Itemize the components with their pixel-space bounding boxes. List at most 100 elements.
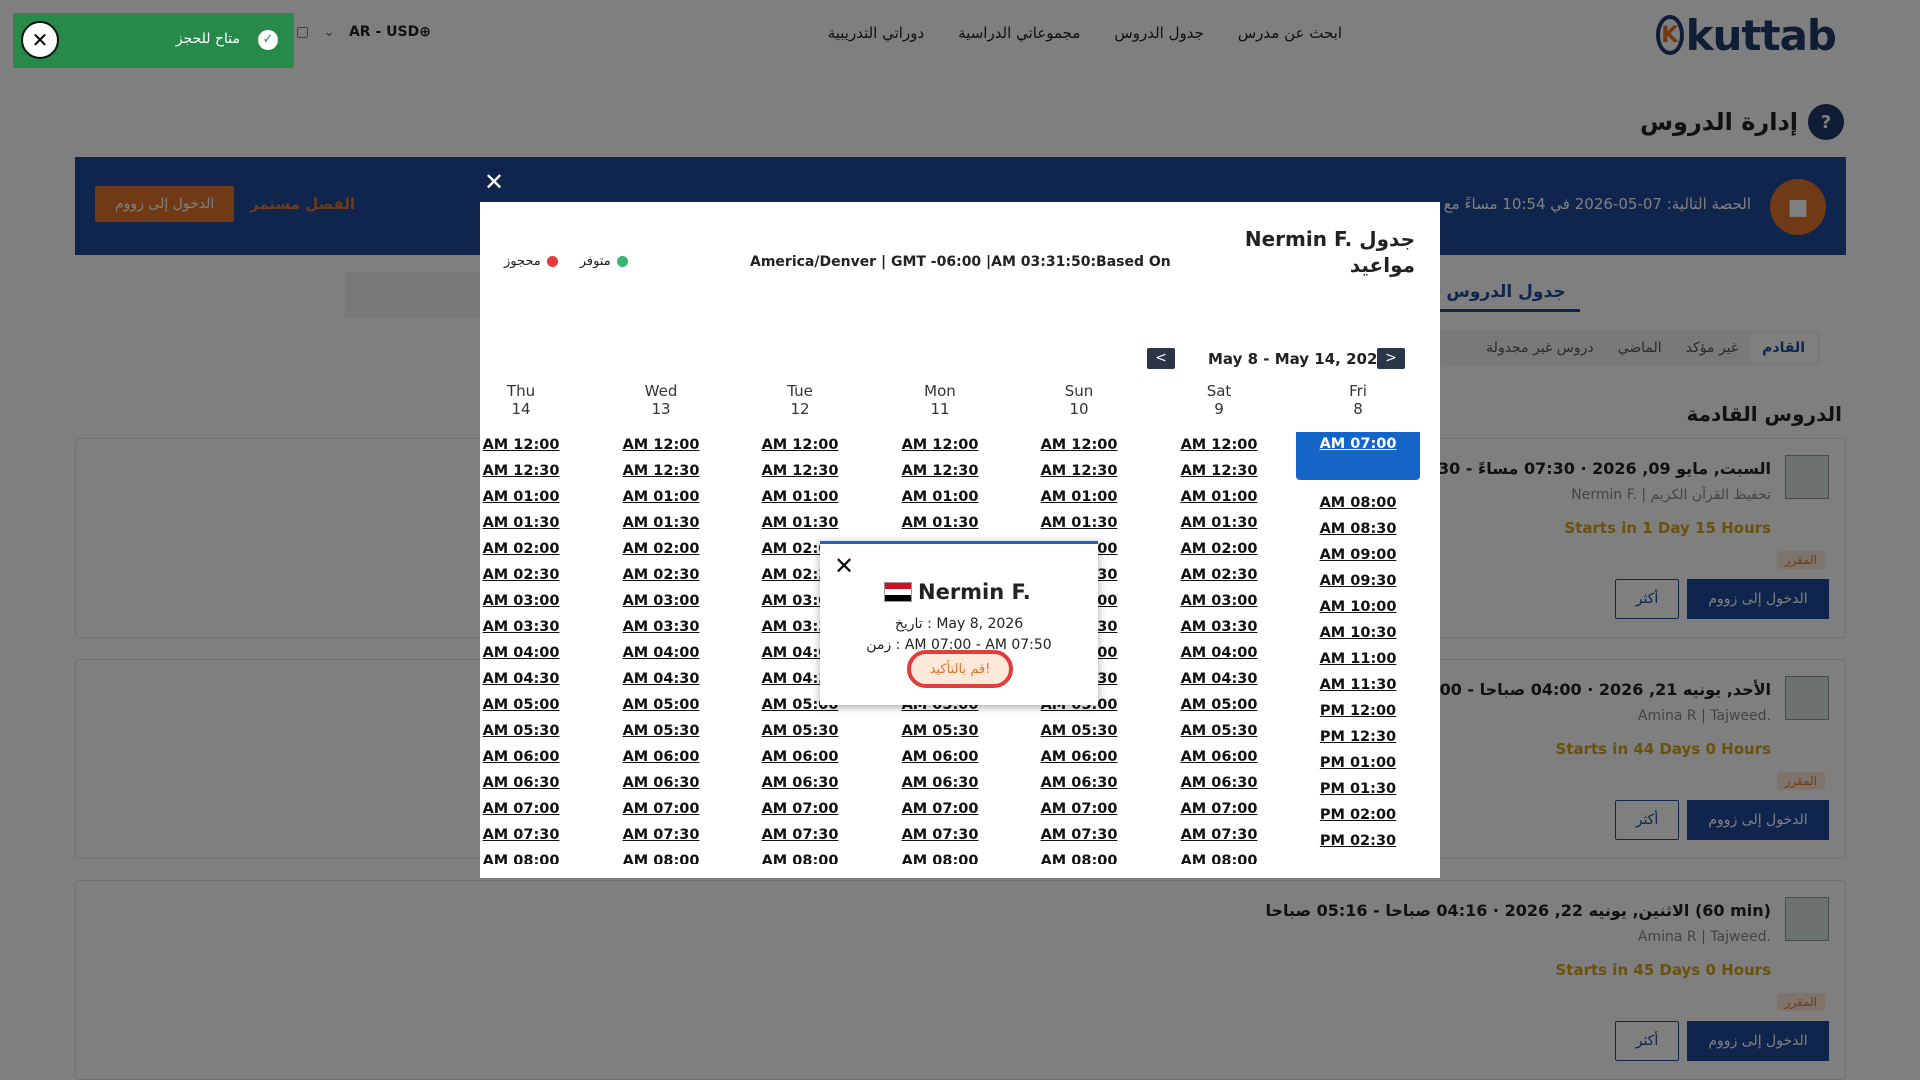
time-slot[interactable]: AM 09:00 xyxy=(1288,542,1428,568)
time-slot[interactable]: AM 01:30 xyxy=(591,510,731,536)
time-slot[interactable]: AM 01:30 xyxy=(1009,510,1149,536)
time-slot[interactable]: AM 08:00 xyxy=(870,848,1010,864)
time-slot[interactable]: AM 05:30 xyxy=(730,718,870,744)
time-slot[interactable]: AM 12:00 xyxy=(870,432,1010,458)
time-slot[interactable]: AM 03:30 xyxy=(1149,614,1289,640)
time-slot[interactable]: AM 08:00 xyxy=(730,848,870,864)
time-slot[interactable]: AM 06:30 xyxy=(1009,770,1149,796)
time-slot[interactable]: AM 12:30 xyxy=(1149,458,1289,484)
time-slot[interactable]: AM 07:30 xyxy=(1009,822,1149,848)
time-slot[interactable]: AM 03:00 xyxy=(480,588,591,614)
popup-close-button[interactable]: ✕ xyxy=(834,552,854,580)
time-slot[interactable]: AM 03:30 xyxy=(480,614,591,640)
time-slot[interactable]: AM 10:00 xyxy=(1288,594,1428,620)
time-slot[interactable]: AM 05:30 xyxy=(480,718,591,744)
time-slot[interactable]: AM 08:00 xyxy=(1009,848,1149,864)
time-slot[interactable]: AM 06:00 xyxy=(1009,744,1149,770)
time-slot[interactable]: AM 01:00 xyxy=(1009,484,1149,510)
time-slot[interactable]: AM 01:30 xyxy=(1149,510,1289,536)
time-slot[interactable]: PM 01:00 xyxy=(1288,750,1428,776)
toast-close-button[interactable]: ✕ xyxy=(21,21,59,59)
time-slot[interactable]: AM 12:30 xyxy=(730,458,870,484)
time-slot[interactable]: AM 06:00 xyxy=(591,744,731,770)
time-slot[interactable]: AM 12:30 xyxy=(480,458,591,484)
time-slot[interactable]: AM 05:30 xyxy=(1149,718,1289,744)
time-slot[interactable]: AM 07:30 xyxy=(480,822,591,848)
time-slot[interactable]: AM 07:30 xyxy=(730,822,870,848)
time-slot[interactable]: AM 06:30 xyxy=(591,770,731,796)
time-slot[interactable]: AM 06:00 xyxy=(480,744,591,770)
time-slot[interactable]: AM 02:00 xyxy=(1149,536,1289,562)
time-slot[interactable]: PM 12:30 xyxy=(1288,724,1428,750)
time-slot[interactable]: AM 06:00 xyxy=(870,744,1010,770)
time-slot[interactable]: AM 08:00 xyxy=(1288,490,1428,516)
time-slot[interactable]: AM 07:00 xyxy=(591,796,731,822)
time-slot[interactable]: AM 09:30 xyxy=(1288,568,1428,594)
time-slot[interactable]: AM 07:00 xyxy=(730,796,870,822)
time-slot[interactable]: AM 08:00 xyxy=(480,848,591,864)
time-slot[interactable]: AM 02:30 xyxy=(480,562,591,588)
time-slot[interactable]: AM 04:00 xyxy=(1149,640,1289,666)
time-slot[interactable]: AM 12:30 xyxy=(870,458,1010,484)
time-slot[interactable]: AM 07:30 xyxy=(591,822,731,848)
time-slot[interactable]: AM 06:00 xyxy=(730,744,870,770)
time-slot[interactable]: AM 03:00 xyxy=(591,588,731,614)
time-slot[interactable]: AM 05:30 xyxy=(591,718,731,744)
time-slot[interactable]: AM 12:30 xyxy=(591,458,731,484)
time-slot[interactable]: AM 04:30 xyxy=(480,666,591,692)
confirm-button[interactable]: قم بالتأكيد! xyxy=(907,650,1013,688)
time-slot[interactable]: PM 02:00 xyxy=(1288,802,1428,828)
time-slot[interactable]: AM 12:00 xyxy=(591,432,731,458)
time-slot[interactable]: AM 12:00 xyxy=(1009,432,1149,458)
time-slot[interactable]: AM 03:00 xyxy=(1149,588,1289,614)
time-slot[interactable]: AM 07:30 xyxy=(1149,822,1289,848)
time-slot[interactable]: AM 12:00 xyxy=(1149,432,1289,458)
time-slot[interactable]: AM 01:00 xyxy=(870,484,1010,510)
time-slot[interactable]: PM 02:30 xyxy=(1288,828,1428,854)
time-slot[interactable]: AM 06:30 xyxy=(480,770,591,796)
time-slot[interactable]: AM 11:30 xyxy=(1288,672,1428,698)
time-slot[interactable]: AM 08:00 xyxy=(591,848,731,864)
time-slot[interactable]: AM 02:30 xyxy=(591,562,731,588)
time-slot[interactable]: AM 12:30 xyxy=(1009,458,1149,484)
time-slot[interactable]: AM 06:30 xyxy=(1149,770,1289,796)
time-slot[interactable]: PM 01:30 xyxy=(1288,776,1428,802)
time-slot[interactable]: AM 04:00 xyxy=(591,640,731,666)
time-slot[interactable]: AM 07:00 xyxy=(480,796,591,822)
time-slot[interactable]: AM 10:30 xyxy=(1288,620,1428,646)
time-slot[interactable]: AM 07:00 xyxy=(1149,796,1289,822)
selected-slot[interactable]: AM 07:00 xyxy=(1296,432,1420,480)
time-slot[interactable]: AM 04:30 xyxy=(591,666,731,692)
time-slot[interactable]: AM 01:00 xyxy=(1149,484,1289,510)
time-slot[interactable]: AM 02:00 xyxy=(591,536,731,562)
time-slot[interactable]: AM 04:00 xyxy=(480,640,591,666)
time-slot[interactable]: AM 01:00 xyxy=(480,484,591,510)
time-slot[interactable]: PM 12:00 xyxy=(1288,698,1428,724)
time-slot[interactable]: AM 05:00 xyxy=(480,692,591,718)
time-slot[interactable]: AM 08:30 xyxy=(1288,516,1428,542)
time-slot[interactable]: AM 07:30 xyxy=(870,822,1010,848)
time-slot[interactable]: AM 07:00 xyxy=(1009,796,1149,822)
time-slot[interactable]: AM 03:30 xyxy=(591,614,731,640)
time-slot[interactable]: AM 12:00 xyxy=(730,432,870,458)
time-slot[interactable]: AM 05:30 xyxy=(1009,718,1149,744)
time-slot[interactable]: AM 05:00 xyxy=(1149,692,1289,718)
time-slot[interactable]: AM 07:00 xyxy=(870,796,1010,822)
time-slot[interactable]: AM 05:00 xyxy=(591,692,731,718)
time-slot[interactable]: AM 12:00 xyxy=(480,432,591,458)
time-slot[interactable]: AM 01:30 xyxy=(870,510,1010,536)
time-slot[interactable]: AM 01:00 xyxy=(591,484,731,510)
time-slot[interactable]: AM 11:00 xyxy=(1288,646,1428,672)
modal-close-button[interactable]: ✕ xyxy=(484,168,504,196)
time-slot[interactable]: AM 05:30 xyxy=(870,718,1010,744)
time-slot[interactable]: AM 08:00 xyxy=(1149,848,1289,864)
time-slot[interactable]: AM 01:00 xyxy=(730,484,870,510)
time-slot[interactable]: AM 02:00 xyxy=(480,536,591,562)
prev-week-button[interactable]: < xyxy=(1147,348,1175,369)
time-slot[interactable]: AM 01:30 xyxy=(730,510,870,536)
time-slot[interactable]: AM 04:30 xyxy=(1149,666,1289,692)
next-week-button[interactable]: > xyxy=(1377,348,1405,369)
time-slot[interactable]: AM 06:30 xyxy=(730,770,870,796)
time-slot[interactable]: AM 06:00 xyxy=(1149,744,1289,770)
time-slot[interactable]: AM 02:30 xyxy=(1149,562,1289,588)
